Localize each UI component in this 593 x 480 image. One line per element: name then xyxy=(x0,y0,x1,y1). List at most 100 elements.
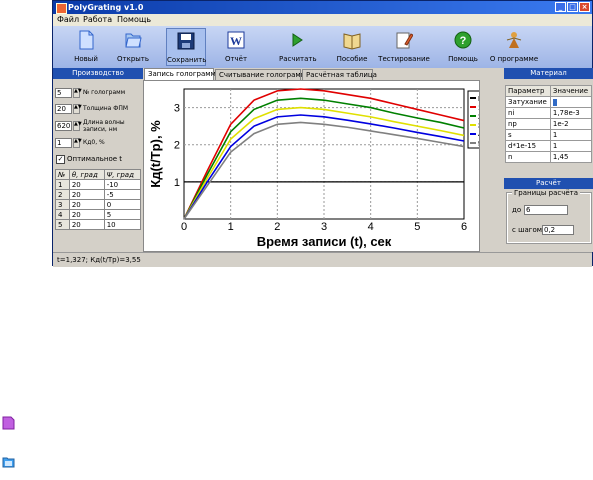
calc-header: Расчёт xyxy=(504,178,593,189)
optimal-label: Оптимальное t xyxy=(67,155,123,163)
param-value[interactable]: 1,45 xyxy=(549,151,593,163)
status-bar: t=1,327; Кд(t/Tp)=3,55 xyxy=(53,252,592,267)
table-row[interactable]: 1 20 -10 xyxy=(55,179,142,190)
save-disk-icon xyxy=(177,32,195,50)
theta-cell[interactable]: 20 xyxy=(68,179,105,190)
about-button[interactable]: О программе xyxy=(488,28,540,66)
menu-bar: Файл Работа Помощь xyxy=(53,14,592,26)
menu-work[interactable]: Работа xyxy=(83,15,112,24)
manual-button[interactable]: Пособие xyxy=(334,28,370,66)
status-text: t=1,327; Кд(t/Tp)=3,55 xyxy=(57,256,141,264)
new-label: Новый xyxy=(74,55,98,63)
theta-cell[interactable]: 20 xyxy=(68,199,105,210)
text-cursor xyxy=(552,98,557,106)
material-panel: Материал Параметр Значение Затухание ni … xyxy=(504,68,593,252)
testing-button[interactable]: Тестирование xyxy=(377,28,431,66)
open-button[interactable]: Открыть xyxy=(115,28,151,66)
new-button[interactable]: Новый xyxy=(73,28,99,66)
x-tick-label: 2 xyxy=(274,221,280,233)
table-row[interactable]: np 1e-2 xyxy=(505,118,593,130)
thickness-input[interactable]: 20 xyxy=(55,104,72,114)
table-row[interactable]: 3 20 0 xyxy=(55,199,142,210)
psi-cell[interactable]: -10 xyxy=(103,179,142,190)
theta-cell[interactable]: 20 xyxy=(68,189,105,200)
tab-calc-table[interactable]: Расчётная таблица xyxy=(302,69,377,80)
file-shortcut-icon[interactable] xyxy=(2,416,15,430)
app-icon xyxy=(56,3,67,14)
wavelength-spinner[interactable]: ▲▼ xyxy=(73,121,82,131)
maximize-button[interactable]: □ xyxy=(567,2,578,12)
new-file-icon xyxy=(79,30,94,50)
bounds-label: Границы расчёта xyxy=(512,189,581,197)
close-button[interactable]: × xyxy=(579,2,590,12)
tab-reading[interactable]: Считывание голограмм xyxy=(215,69,306,80)
y-axis-label: Кд(t/Tp), % xyxy=(148,120,163,188)
param-value[interactable]: 1 xyxy=(549,129,593,141)
table-row[interactable]: n 1,45 xyxy=(505,151,593,163)
thickness-spinner[interactable]: ▲▼ xyxy=(73,104,82,114)
column-header: Параметр xyxy=(505,85,551,97)
menu-help[interactable]: Помощь xyxy=(117,15,151,24)
param-value[interactable]: 1e-2 xyxy=(549,118,593,130)
optimal-checkbox[interactable]: ✓ xyxy=(56,155,65,164)
tab-recording[interactable]: Запись голограмм xyxy=(144,68,216,80)
hologram-count-input[interactable]: 5 xyxy=(55,88,72,98)
row-number: 1 xyxy=(55,179,70,190)
wavelength-input[interactable]: 620 xyxy=(55,121,72,131)
wavelength-label: Длина волны записи, нм xyxy=(83,119,125,133)
param-name: s xyxy=(505,129,551,141)
title-bar[interactable]: PolyGrating v1.0 _ □ × xyxy=(53,1,592,14)
table-row[interactable]: s 1 xyxy=(505,129,593,141)
param-value[interactable] xyxy=(549,96,593,108)
table-row[interactable]: ni 1,78e-3 xyxy=(505,107,593,119)
table-row[interactable]: Затухание xyxy=(505,96,593,108)
legend-entry: 1 # xyxy=(478,105,479,112)
toolbar: Новый Открыть Сохранить W Отчёт Расчитат… xyxy=(53,26,592,68)
x-tick-label: 3 xyxy=(321,221,327,233)
report-label: Отчёт xyxy=(224,55,248,63)
calculate-label: Расчитать xyxy=(279,55,317,63)
x-tick-label: 4 xyxy=(368,221,374,233)
x-tick-label: 6 xyxy=(461,221,467,233)
about-label: О программе xyxy=(489,55,539,63)
kd0-input[interactable]: 1 xyxy=(55,138,72,148)
psi-cell[interactable]: -5 xyxy=(103,189,142,200)
step-input[interactable]: 0,2 xyxy=(542,225,574,235)
minimize-button[interactable]: _ xyxy=(555,2,566,12)
hologram-count-label: № голограмм xyxy=(83,89,126,96)
psi-cell[interactable]: 10 xyxy=(103,219,142,230)
folder-shortcut-icon[interactable] xyxy=(2,455,15,469)
to-input[interactable]: 6 xyxy=(524,205,568,215)
save-button[interactable]: Сохранить xyxy=(166,28,206,66)
menu-file[interactable]: Файл xyxy=(57,15,79,24)
theta-cell[interactable]: 20 xyxy=(68,209,105,220)
param-name: d*1e-15 xyxy=(505,140,551,152)
psi-cell[interactable]: 0 xyxy=(103,199,142,210)
testing-label: Тестирование xyxy=(378,55,430,63)
table-row[interactable]: d*1e-15 1 xyxy=(505,140,593,152)
y-tick-label: 2 xyxy=(174,140,180,152)
calc-bounds-group: Границы расчёта до 6 с шагом 0,2 xyxy=(506,189,592,244)
x-tick-label: 5 xyxy=(414,221,420,233)
table-row[interactable]: 2 20 -5 xyxy=(55,189,142,200)
notepad-pencil-icon xyxy=(396,32,413,49)
table-row[interactable]: 4 20 5 xyxy=(55,209,142,220)
open-label: Открыть xyxy=(117,55,149,63)
param-name: Затухание xyxy=(505,96,551,108)
angles-table: № θ, град Ψ, град 1 20 -10 2 20 -5 3 20 … xyxy=(55,169,142,230)
calculate-button[interactable]: Расчитать xyxy=(279,28,317,66)
x-tick-label: 0 xyxy=(181,221,187,233)
theta-cell[interactable]: 20 xyxy=(68,219,105,230)
param-value[interactable]: 1,78e-3 xyxy=(549,107,593,119)
chart-svg: 0 1 2 3 4 5 6123Время записи (t), секКд(t/Tp),… xyxy=(148,88,497,249)
table-row[interactable]: 5 20 10 xyxy=(55,219,142,230)
column-header: Значение xyxy=(549,85,593,97)
svg-text:W: W xyxy=(230,34,242,48)
help-button[interactable]: ? Помощь xyxy=(448,28,478,66)
report-button[interactable]: W Отчёт xyxy=(223,28,249,66)
psi-cell[interactable]: 5 xyxy=(103,209,142,220)
param-value[interactable]: 1 xyxy=(549,140,593,152)
hologram-count-spinner[interactable]: ▲▼ xyxy=(73,88,82,98)
kd0-spinner[interactable]: ▲▼ xyxy=(73,138,82,148)
legend-entry: 3 # xyxy=(478,123,479,130)
